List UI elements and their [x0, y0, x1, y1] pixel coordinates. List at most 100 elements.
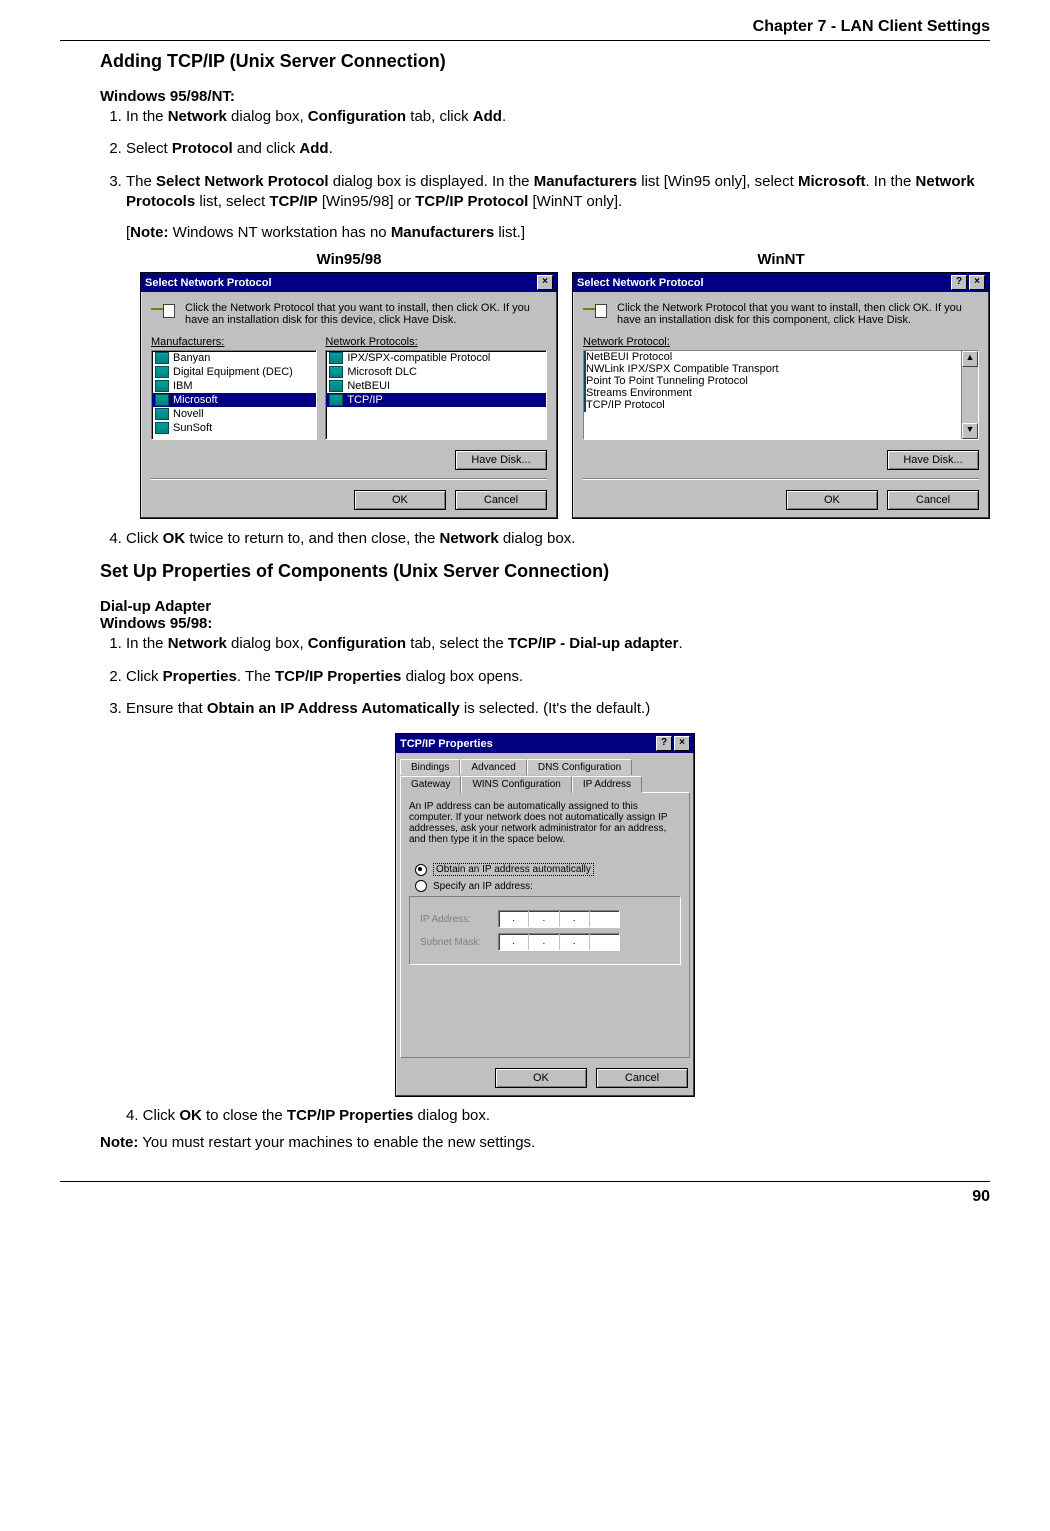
steps-list-1b: Click OK twice to return to, and then cl… [100, 529, 990, 549]
dialog-winnt: Select Network Protocol ? × Click the Ne… [572, 272, 990, 519]
list-item[interactable]: Banyan [152, 351, 316, 365]
dialog-instruction: Click the Network Protocol that you want… [185, 302, 547, 326]
chapter-header: Chapter 7 - LAN Client Settings [60, 18, 990, 36]
radio-obtain-auto[interactable]: Obtain an IP address automatically [415, 863, 681, 876]
have-disk-button[interactable]: Have Disk... [455, 450, 547, 470]
list-item[interactable]: NetBEUI Protocol [584, 351, 961, 363]
steps-list-2: In the Network dialog box, Configuration… [100, 634, 990, 719]
bottom-rule [60, 1181, 990, 1182]
tab-advanced[interactable]: Advanced [460, 759, 526, 775]
step-2-1: In the Network dialog box, Configuration… [126, 634, 990, 654]
titlebar-props: TCP/IP Properties ? × [396, 734, 694, 753]
network-icon [583, 302, 609, 322]
protocol-icon [155, 394, 169, 406]
dialog-instruction: Click the Network Protocol that you want… [617, 302, 979, 326]
ip-address-field[interactable]: ... [498, 910, 620, 928]
tab-dns[interactable]: DNS Configuration [527, 759, 632, 775]
protocol-icon [155, 422, 169, 434]
steps-list-1: In the Network dialog box, Configuration… [100, 107, 990, 212]
step-2-3: Ensure that Obtain an IP Address Automat… [126, 699, 990, 719]
step-2-2: Click Properties. The TCP/IP Properties … [126, 667, 990, 687]
cancel-button[interactable]: Cancel [455, 490, 547, 510]
list-item[interactable]: Point To Point Tunneling Protocol [584, 375, 961, 387]
list-item[interactable]: Streams Environment [584, 387, 961, 399]
section-title-1: Adding TCP/IP (Unix Server Connection) [100, 51, 990, 72]
list-item[interactable]: IBM [152, 379, 316, 393]
tab-panel: An IP address can be automatically assig… [400, 792, 690, 1058]
protocol-icon [155, 366, 169, 378]
have-disk-button[interactable]: Have Disk... [887, 450, 979, 470]
page-number: 90 [60, 1188, 990, 1206]
close-icon[interactable]: × [674, 736, 690, 751]
tab-bindings[interactable]: Bindings [400, 759, 460, 775]
list-item[interactable]: IPX/SPX-compatible Protocol [326, 351, 546, 365]
help-icon[interactable]: ? [951, 275, 967, 290]
protocol-icon [329, 366, 343, 378]
help-icon[interactable]: ? [656, 736, 672, 751]
list-item[interactable]: Novell [152, 407, 316, 421]
protocol-icon [155, 408, 169, 420]
cancel-button[interactable]: Cancel [596, 1068, 688, 1088]
step-1-3: The Select Network Protocol dialog box i… [126, 172, 990, 213]
shot-label-win95: Win95/98 [140, 251, 558, 268]
shot-label-winnt: WinNT [572, 251, 990, 268]
dialog-win95: Select Network Protocol × Click the Netw… [140, 272, 558, 519]
tab-ipaddress[interactable]: IP Address [572, 776, 642, 793]
list-item[interactable]: NetBEUI [326, 379, 546, 393]
dialog-tcpip-properties: TCP/IP Properties ? × Bindings Advanced … [395, 733, 695, 1097]
radio-specify-label: Specify an IP address: [433, 881, 533, 892]
ok-button[interactable]: OK [354, 490, 446, 510]
radio-off-icon [415, 880, 427, 892]
final-note: Note: You must restart your machines to … [100, 1134, 990, 1151]
protocol-icon [155, 352, 169, 364]
sub-dialup: Dial-up Adapter [100, 598, 990, 615]
list-item[interactable]: TCP/IP [326, 393, 546, 407]
close-icon[interactable]: × [969, 275, 985, 290]
list-item[interactable]: SunSoft [152, 421, 316, 435]
nt-protocol-label: Network Protocol: [583, 336, 979, 348]
protocols-list-95[interactable]: IPX/SPX-compatible ProtocolMicrosoft DLC… [325, 350, 547, 440]
radio-obtain-label: Obtain an IP address automatically [433, 863, 594, 876]
protocol-icon [329, 394, 343, 406]
tab-gateway[interactable]: Gateway [400, 776, 461, 793]
subnet-mask-field[interactable]: ... [498, 933, 620, 951]
network-icon [151, 302, 177, 322]
tabs-back-row: Bindings Advanced DNS Configuration [396, 753, 694, 772]
radio-on-icon [415, 864, 427, 876]
ok-button[interactable]: OK [786, 490, 878, 510]
tab-wins[interactable]: WINS Configuration [461, 776, 571, 793]
list-item[interactable]: Microsoft [152, 393, 316, 407]
scroll-down-icon[interactable]: ▼ [962, 423, 978, 439]
manufacturers-label: Manufacturers: [151, 336, 317, 348]
panel-desc: An IP address can be automatically assig… [409, 801, 681, 845]
protocol-icon [329, 380, 343, 392]
titlebar-text: Select Network Protocol [145, 277, 272, 289]
protocols-list-nt[interactable]: NetBEUI ProtocolNWLink IPX/SPX Compatibl… [583, 350, 979, 440]
sub-win9598: Windows 95/98: [100, 615, 990, 632]
protocol-icon [329, 352, 343, 364]
note-after-step3: [Note: Windows NT workstation has no Man… [126, 224, 990, 241]
list-item[interactable]: Digital Equipment (DEC) [152, 365, 316, 379]
cancel-button[interactable]: Cancel [887, 490, 979, 510]
step-2-4: 4. Click OK to close the TCP/IP Properti… [126, 1107, 990, 1124]
titlebar-win95: Select Network Protocol × [141, 273, 557, 292]
scroll-up-icon[interactable]: ▲ [962, 351, 978, 367]
list-item[interactable]: TCP/IP Protocol [584, 399, 961, 411]
titlebar-text: TCP/IP Properties [400, 738, 493, 750]
section-title-2: Set Up Properties of Components (Unix Se… [100, 561, 990, 582]
close-icon[interactable]: × [537, 275, 553, 290]
titlebar-text: Select Network Protocol [577, 277, 704, 289]
step-1-2: Select Protocol and click Add. [126, 139, 990, 159]
scrollbar[interactable]: ▲ ▼ [961, 351, 978, 439]
protocols-label: Network Protocols: [325, 336, 547, 348]
list-item[interactable]: Microsoft DLC [326, 365, 546, 379]
manufacturers-list[interactable]: BanyanDigital Equipment (DEC)IBMMicrosof… [151, 350, 317, 440]
protocol-icon [155, 380, 169, 392]
tabs-front-row: Gateway WINS Configuration IP Address [396, 772, 694, 792]
radio-specify[interactable]: Specify an IP address: [415, 880, 681, 892]
list-item[interactable]: NWLink IPX/SPX Compatible Transport [584, 363, 961, 375]
titlebar-winnt: Select Network Protocol ? × [573, 273, 989, 292]
os-label-1: Windows 95/98/NT: [100, 88, 990, 105]
ok-button[interactable]: OK [495, 1068, 587, 1088]
subnet-mask-label: Subnet Mask: [420, 937, 490, 948]
